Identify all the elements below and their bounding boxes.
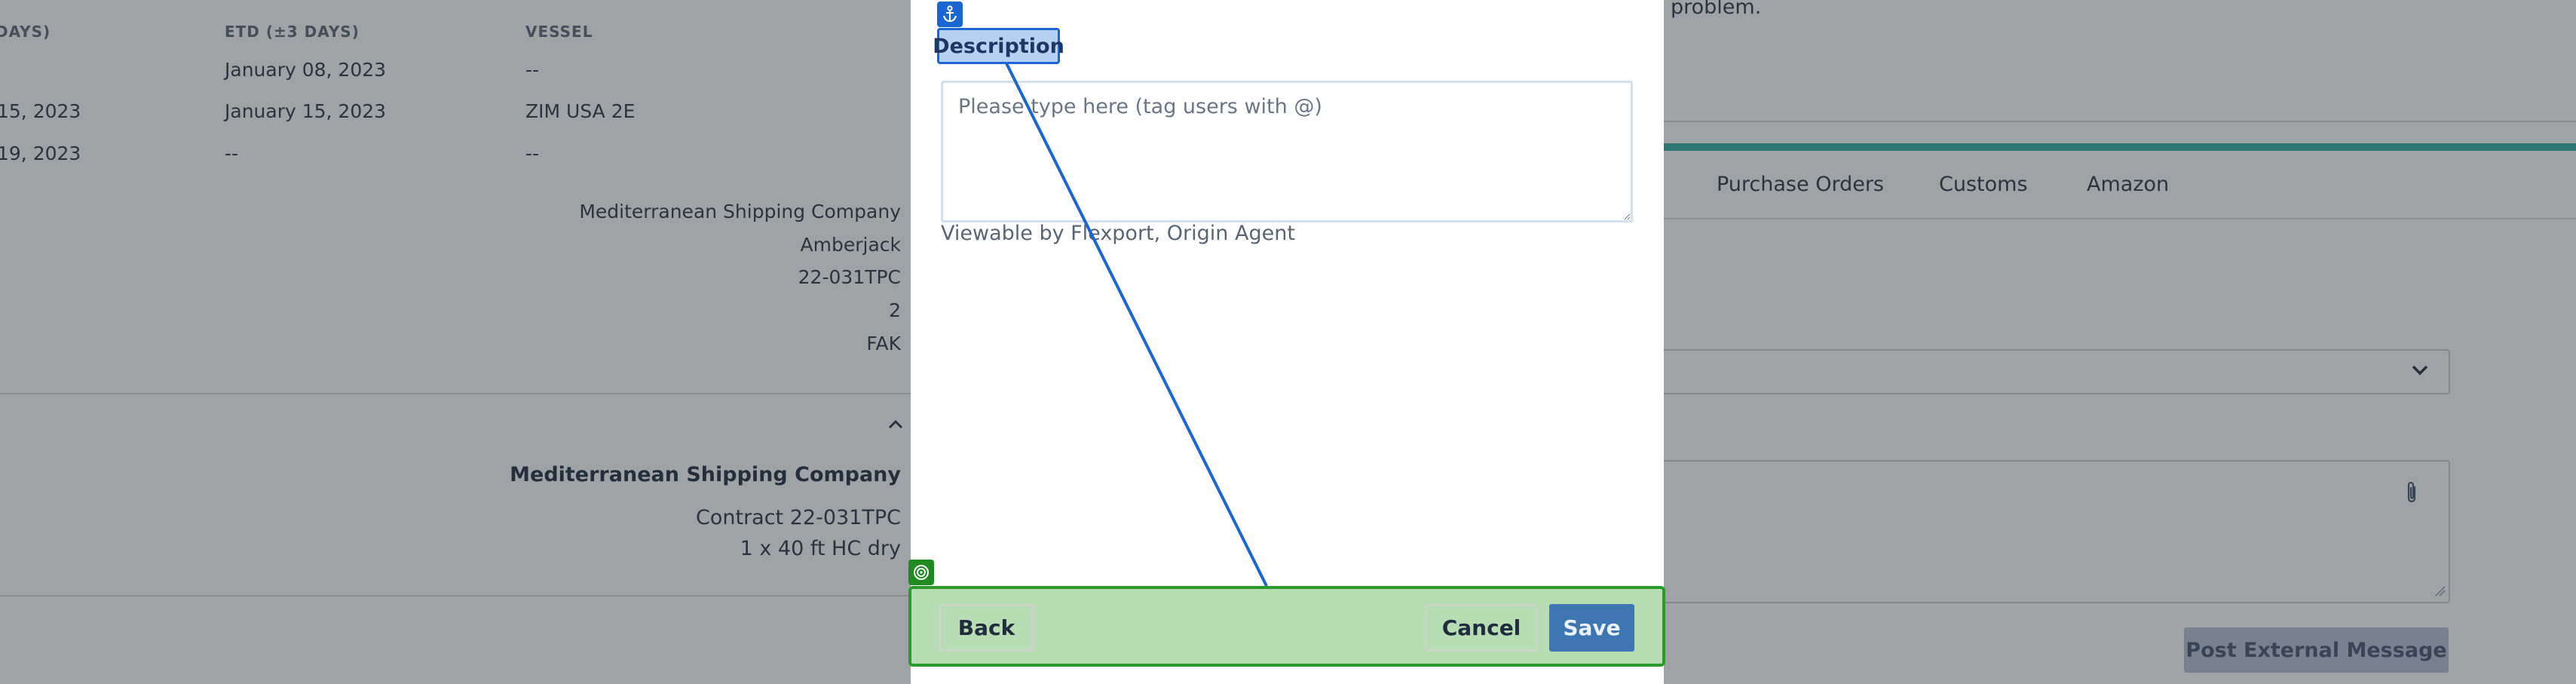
cancel-button[interactable]: Cancel	[1425, 604, 1538, 652]
description-input[interactable]	[941, 81, 1633, 222]
save-button[interactable]: Save	[1549, 604, 1634, 652]
anchor-icon	[937, 2, 963, 27]
description-label: Description	[933, 28, 1064, 64]
target-icon	[908, 560, 934, 585]
visibility-note: Viewable by Flexport, Origin Agent	[941, 222, 1295, 245]
back-button[interactable]: Back	[939, 604, 1034, 652]
